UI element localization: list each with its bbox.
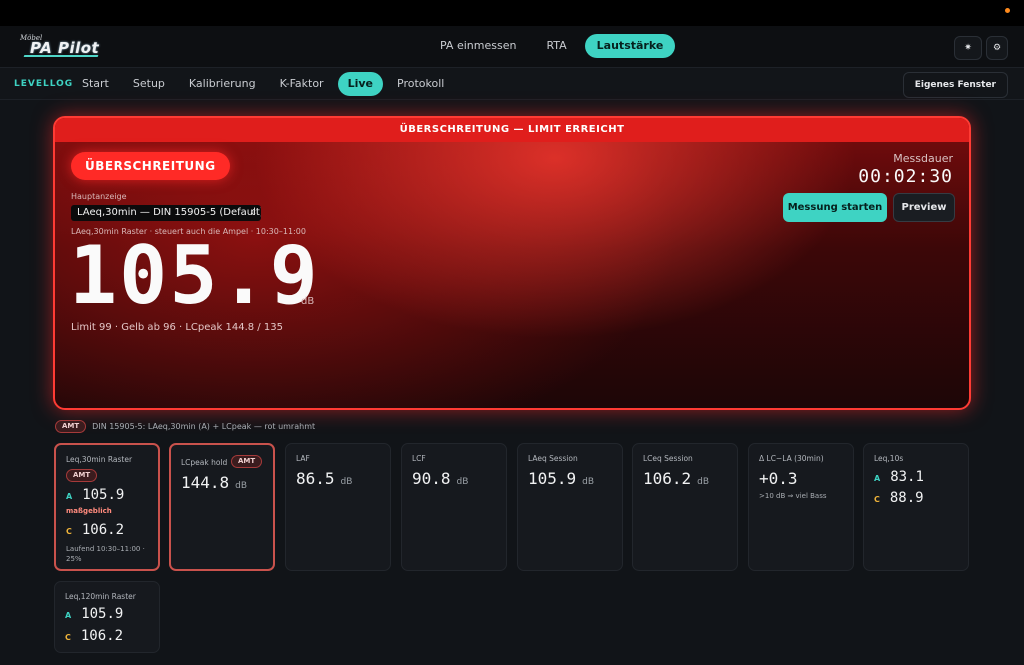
status-dot-icon [1005,8,1010,13]
tile-value-row: 106.2 dB [643,469,709,488]
tile-value: 90.8 [412,469,451,488]
alarm-banner: ÜBERSCHREITUNG — LIMIT ERREICHT [55,118,969,142]
tile-label: Leq,120min Raster [65,592,136,601]
c-key: C [874,495,880,504]
a-weighted-row: A 83.1 [874,469,924,485]
tile-value-row: 90.8 dB [412,469,468,488]
tile-unit: dB [456,477,469,487]
main-display-label: Hauptanzeige [71,192,127,201]
tile-lcf[interactable]: LCF 90.8 dB [401,443,507,571]
brightness-icon: ✷ [964,43,972,53]
a-key: A [874,474,881,483]
app-header: Möbel PA Pilot PA einmessen RTA Lautstär… [0,26,1024,68]
logo-underline [23,55,99,57]
app-logo[interactable]: Möbel PA Pilot [20,34,100,58]
c-weighted-row: C 106.2 [65,628,123,644]
levellog-brand: LEVELLOG [14,79,74,89]
c-value: 88.9 [889,490,924,506]
amt-badge: AMT [55,420,87,433]
a-weighted-row: A 105.9 [66,487,124,503]
tab-setup[interactable]: Setup [123,72,175,96]
sub-tabs: Start Setup Kalibrierung K-Faktor Live P… [72,72,454,96]
amt-badge: AMT [231,455,263,468]
tile-note: >10 dB ⇒ viel Bass [759,492,827,500]
status-badge: ÜBERSCHREITUNG [71,152,230,180]
tile-label: LCpeak hold [181,458,228,467]
select-caret-icon: ⇕ [250,208,257,217]
amt-legend-text: DIN 15905-5: LAeq,30min (A) + LCpeak — r… [92,422,316,431]
tile-unit: dB [697,477,710,487]
tab-pa-einmessen[interactable]: PA einmessen [428,34,528,58]
duration-value: 00:02:30 [858,166,953,187]
tile-label: LAeq Session [528,454,578,463]
a-value: 105.9 [82,487,125,503]
settings-button[interactable]: ⚙ [986,36,1008,60]
tile-unit: dB [582,477,595,487]
tile-lceq-session[interactable]: LCeq Session 106.2 dB [632,443,738,571]
tile-label: LAF [296,454,310,463]
tab-k-faktor[interactable]: K-Faktor [270,72,334,96]
tab-kalibrierung[interactable]: Kalibrierung [179,72,266,96]
tile-value: 144.8 [181,473,230,492]
c-key: C [66,527,72,536]
main-display-select[interactable]: LAeq,30min — DIN 15905-5 (Default) ⇕ [71,205,261,221]
tile-unit: dB [235,481,248,491]
c-weighted-row: C 88.9 [874,490,924,506]
c-value: 106.2 [81,522,125,538]
levellog-nav: LEVELLOG Start Setup Kalibrierung K-Fakt… [0,68,1024,100]
tile-unit: dB [340,477,353,487]
main-tabs: PA einmessen RTA Lautstärke [428,34,676,58]
tile-value-row: 86.5 dB [296,469,352,488]
tab-live[interactable]: Live [337,72,384,96]
c-key: C [65,633,71,642]
tile-laeq-session[interactable]: LAeq Session 105.9 dB [517,443,623,571]
tile-leq10s[interactable]: Leq,10s A 83.1 C 88.9 [863,443,969,571]
tile-label: Leq,10s [874,454,904,463]
tile-laf[interactable]: LAF 86.5 dB [285,443,391,571]
a-key: A [66,492,73,501]
window-top-strip [0,0,1024,26]
main-level-unit: dB [301,296,315,307]
amt-badge: AMT [66,469,98,482]
limit-info: Limit 99 · Gelb ab 96 · LCpeak 144.8 / 1… [71,322,283,333]
main-display-select-value: LAeq,30min — DIN 15905-5 (Default) [77,207,261,218]
c-weighted-row: C 106.2 [66,522,124,538]
tile-value: +0.3 [759,469,798,488]
a-value: 83.1 [890,469,924,485]
tile-value: 106.2 [643,469,692,488]
preview-button[interactable]: Preview [893,193,955,222]
amt-legend: AMT DIN 15905-5: LAeq,30min (A) + LCpeak… [55,420,315,433]
tile-value-row: 144.8 dB [181,473,247,492]
tile-value: 105.9 [528,469,577,488]
tile-delta-lc-la[interactable]: Δ LC−LA (30min) +0.3 >10 dB ⇒ viel Bass [748,443,854,571]
tile-value-row: 105.9 dB [528,469,594,488]
settings-icon: ⚙ [992,43,1002,53]
tile-value: 86.5 [296,469,335,488]
tile-label: LCF [412,454,426,463]
main-level-value: 105.9 [69,229,320,322]
theme-toggle-button[interactable]: ✷ [954,36,982,60]
tab-lautstaerke[interactable]: Lautstärke [584,34,676,58]
tile-label: Leq,30min Raster [66,455,133,464]
tile-label: LCeq Session [643,454,693,463]
tile-lcpeak[interactable]: LCpeak hold AMT 144.8 dB [169,443,275,571]
tile-leq120[interactable]: Leq,120min Raster A 105.9 C 106.2 [54,581,160,653]
a-weighted-row: A 105.9 [65,606,123,622]
a-key: A [65,611,72,620]
tile-leq30[interactable]: Leq,30min Raster AMT A 105.9 maßgeblich … [54,443,160,571]
start-measurement-button[interactable]: Messung starten [783,193,887,222]
own-window-button[interactable]: Eigenes Fenster [902,72,1008,98]
tile-label: Δ LC−LA (30min) [759,454,824,463]
decisive-note: maßgeblich [66,507,112,515]
level-alarm-panel: ÜBERSCHREITUNG — LIMIT ERREICHT ÜBERSCHR… [53,116,971,410]
tab-rta[interactable]: RTA [534,34,578,58]
tab-protokoll[interactable]: Protokoll [387,72,454,96]
c-value: 106.2 [80,628,124,644]
a-value: 105.9 [81,606,124,622]
tab-start[interactable]: Start [72,72,119,96]
duration-label: Messdauer [893,152,953,165]
running-window: Laufend 10:30–11:00 · 25% [66,545,145,563]
